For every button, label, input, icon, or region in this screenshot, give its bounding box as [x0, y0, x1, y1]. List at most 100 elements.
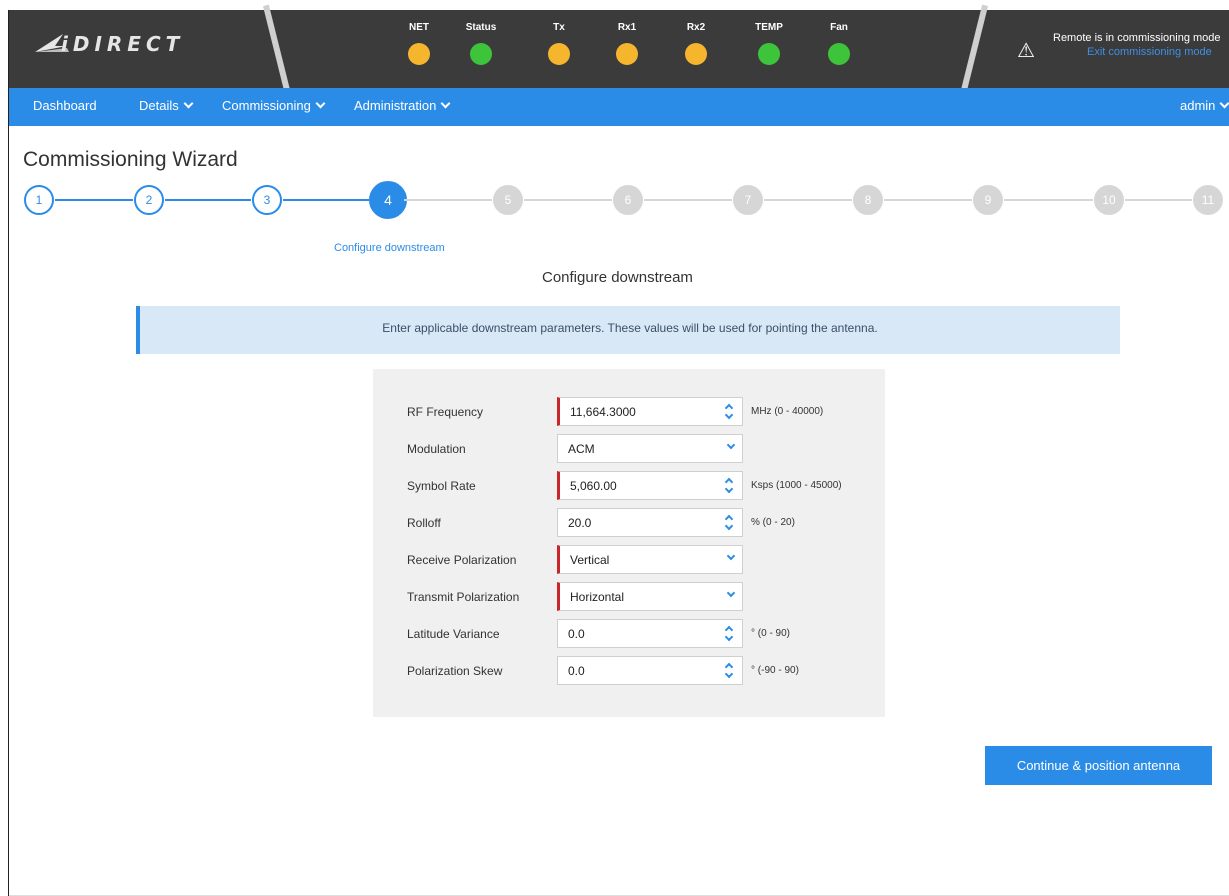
logo-text: iDIRECT [61, 32, 185, 56]
latitude-variance-unit: ° (0 - 90) [751, 628, 791, 639]
rf-frequency-label: RF Frequency [407, 405, 484, 419]
commissioning-alert: ⚠ Remote is in commissioning mode Exit c… [989, 10, 1229, 88]
page-title: Commissioning Wizard [23, 148, 238, 171]
indicator-net: NET [399, 22, 439, 65]
chevron-down-icon[interactable] [726, 440, 736, 450]
nav-details[interactable]: Details [139, 98, 194, 113]
transmit-polarization-label: Transmit Polarization [407, 590, 520, 604]
user-name: admin [1180, 98, 1216, 113]
transmit-polarization-select[interactable]: Horizontal [557, 582, 743, 611]
form-row-modulation: Modulation ACM [373, 434, 885, 464]
status-dot-icon [470, 43, 492, 65]
nav-administration[interactable]: Administration [354, 98, 451, 113]
symbol-rate-input[interactable]: 5,060.00 [557, 471, 743, 500]
step-connector [55, 199, 133, 201]
form-row-transmit-polarization: Transmit Polarization Horizontal [373, 582, 885, 612]
chevron-down-icon[interactable] [726, 551, 736, 561]
polarization-skew-label: Polarization Skew [407, 664, 503, 678]
indicator-rx1: Rx1 [607, 22, 647, 65]
form-row-latitude-variance: Latitude Variance 0.0 ° (0 - 90) [373, 619, 885, 649]
nav-dashboard-label: Dashboard [33, 98, 97, 113]
latitude-variance-label: Latitude Variance [407, 627, 500, 641]
form-row-rf-frequency: RF Frequency 11,664.3000 MHz (0 - 40000) [373, 397, 885, 427]
chevron-down-icon [440, 98, 451, 109]
app-frame: iDIRECT NET Status Tx Rx1 Rx2 TEMP Fan ⚠ Remot… [8, 4, 1229, 896]
step-connector [283, 199, 372, 201]
symbol-rate-unit: Ksps (1000 - 45000) [751, 480, 842, 491]
rf-frequency-input[interactable]: 11,664.3000 [557, 397, 743, 426]
status-dot-icon [408, 43, 430, 65]
main-nav: Dashboard Details Commissioning Administ… [9, 88, 1229, 126]
wizard-step-4[interactable]: 4 [369, 181, 407, 219]
spinner-arrows-icon[interactable] [724, 512, 736, 534]
symbol-rate-label: Symbol Rate [407, 479, 476, 493]
warning-triangle-icon: ⚠ [1017, 40, 1035, 62]
polarization-skew-input[interactable]: 0.0 [557, 656, 743, 685]
wizard-step-1[interactable]: 1 [24, 185, 54, 215]
polarization-skew-unit: ° (-90 - 90) [751, 665, 799, 676]
rolloff-label: Rolloff [407, 516, 441, 530]
main-content: Commissioning Wizard 1 2 3 4 5 6 7 8 9 10 11 Confi… [9, 126, 1229, 896]
chevron-down-icon [183, 98, 194, 109]
wizard-step-2[interactable]: 2 [134, 185, 164, 215]
form-row-receive-polarization: Receive Polarization Vertical [373, 545, 885, 575]
chevron-down-icon [315, 98, 326, 109]
wizard-step-8: 8 [853, 185, 883, 215]
wizard-step-3[interactable]: 3 [252, 185, 282, 215]
modulation-value: ACM [568, 442, 595, 456]
step-connector [764, 199, 852, 201]
indicator-label: Status [465, 22, 497, 33]
step-connector [644, 199, 732, 201]
indicator-temp: TEMP [749, 22, 789, 65]
spinner-arrows-icon[interactable] [724, 623, 736, 645]
nav-commissioning-label: Commissioning [222, 98, 311, 113]
symbol-rate-value: 5,060.00 [570, 479, 617, 493]
spinner-arrows-icon[interactable] [724, 475, 736, 497]
user-menu[interactable]: admin [1180, 98, 1229, 113]
step-connector [1004, 199, 1093, 201]
latitude-variance-input[interactable]: 0.0 [557, 619, 743, 648]
current-step-caption: Configure downstream [334, 242, 445, 254]
form-row-rolloff: Rolloff 20.0 % (0 - 20) [373, 508, 885, 538]
modulation-label: Modulation [407, 442, 466, 456]
indicator-tx: Tx [539, 22, 579, 65]
wizard-step-6: 6 [613, 185, 643, 215]
top-header: iDIRECT NET Status Tx Rx1 Rx2 TEMP Fan ⚠ Remot… [9, 4, 1229, 96]
info-text: Enter applicable downstream parameters. … [382, 321, 878, 335]
wizard-step-9: 9 [973, 185, 1003, 215]
transmit-polarization-value: Horizontal [570, 590, 625, 604]
spinner-arrows-icon[interactable] [724, 401, 736, 423]
rolloff-input[interactable]: 20.0 [557, 508, 743, 537]
continue-position-antenna-button[interactable]: Continue & position antenna [985, 746, 1212, 785]
polarization-skew-value: 0.0 [568, 664, 585, 678]
step-connector [884, 199, 972, 201]
exit-commissioning-link[interactable]: Exit commissioning mode [1087, 46, 1212, 58]
spinner-arrows-icon[interactable] [724, 660, 736, 682]
logo-area: iDIRECT [9, 10, 291, 88]
status-dot-icon [828, 43, 850, 65]
indicator-label: Fan [830, 22, 848, 33]
indicator-label: Rx2 [686, 22, 706, 33]
modulation-select[interactable]: ACM [557, 434, 743, 463]
wizard-step-7: 7 [733, 185, 763, 215]
rf-frequency-unit: MHz (0 - 40000) [751, 406, 824, 417]
indicator-rx2: Rx2 [676, 22, 716, 65]
nav-commissioning[interactable]: Commissioning [222, 98, 326, 113]
nav-dashboard[interactable]: Dashboard [33, 98, 97, 113]
wizard-step-5: 5 [493, 185, 523, 215]
chevron-down-icon [1219, 98, 1229, 109]
indicator-status: Status [461, 22, 501, 65]
receive-polarization-value: Vertical [570, 553, 610, 567]
step-connector [404, 199, 492, 201]
latitude-variance-value: 0.0 [568, 627, 585, 641]
status-dot-icon [616, 43, 638, 65]
indicator-label: Rx1 [617, 22, 637, 33]
receive-polarization-select[interactable]: Vertical [557, 545, 743, 574]
header-divider-right [959, 4, 989, 96]
indicator-label: Tx [553, 22, 565, 33]
rolloff-unit: % (0 - 20) [751, 517, 795, 528]
chevron-down-icon[interactable] [726, 588, 736, 598]
status-dot-icon [758, 43, 780, 65]
info-banner: Enter applicable downstream parameters. … [136, 306, 1120, 354]
form-row-symbol-rate: Symbol Rate 5,060.00 Ksps (1000 - 45000) [373, 471, 885, 501]
